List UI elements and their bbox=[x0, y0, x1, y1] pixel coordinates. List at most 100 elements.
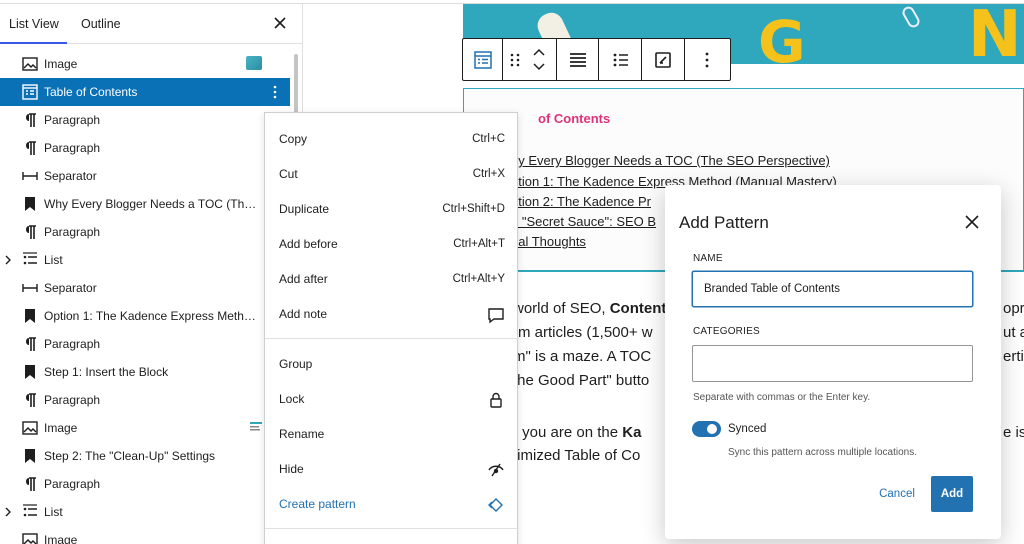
paragraph-line[interactable]: r you are on the Ka bbox=[513, 424, 641, 441]
menu-item-shortcut: Ctrl+Alt+T bbox=[453, 238, 505, 250]
list-item-label: Separator bbox=[44, 169, 97, 183]
menu-divider bbox=[265, 528, 519, 529]
menu-item-add-after[interactable]: Add after Ctrl+Alt+Y bbox=[265, 262, 519, 297]
chevron-up-icon[interactable] bbox=[532, 46, 546, 58]
name-field-label: NAME bbox=[693, 253, 723, 264]
paragraph-icon bbox=[26, 225, 36, 239]
list-item[interactable]: Paragraph bbox=[0, 470, 290, 498]
separator-icon bbox=[22, 172, 38, 180]
eye-slash-icon bbox=[488, 463, 504, 477]
list-item-selected[interactable]: Table of Contents bbox=[0, 78, 290, 106]
list-item[interactable]: Separator bbox=[0, 162, 290, 190]
list-item[interactable]: Why Every Blogger Needs a TOC (The SE... bbox=[0, 190, 290, 218]
list-item-label: Paragraph bbox=[44, 477, 101, 491]
image-icon bbox=[22, 421, 38, 435]
toc-link[interactable]: e "Secret Sauce": SEO B bbox=[511, 214, 656, 229]
menu-item-cut[interactable]: Cut Ctrl+X bbox=[265, 157, 519, 192]
list-item[interactable]: Separator bbox=[0, 274, 290, 302]
list-icon bbox=[613, 53, 628, 67]
add-button[interactable]: Add bbox=[931, 476, 973, 512]
text-span: r you are on the bbox=[513, 424, 623, 441]
list-item-label: Option 1: The Kadence Express Method (..… bbox=[44, 309, 259, 323]
paragraph-fragment: opr bbox=[1003, 300, 1024, 317]
close-icon[interactable] bbox=[271, 14, 289, 32]
add-pattern-modal: Add Pattern NAME Branded Table of Conten… bbox=[665, 185, 1001, 539]
list-item[interactable]: Option 1: The Kadence Express Method (..… bbox=[0, 302, 290, 330]
paragraph-line[interactable]: timized Table of Co bbox=[513, 447, 640, 464]
tab-outline[interactable]: Outline bbox=[81, 4, 121, 44]
list-item[interactable]: List bbox=[0, 246, 290, 274]
synced-help-text: Sync this pattern across multiple locati… bbox=[728, 447, 917, 458]
options-icon[interactable] bbox=[268, 83, 282, 101]
list-icon bbox=[23, 504, 37, 517]
list-item[interactable]: Paragraph bbox=[0, 134, 290, 162]
paragraph-line[interactable]: m" is a maze. A TOC bbox=[513, 348, 651, 365]
image-thumbnail bbox=[250, 422, 262, 431]
block-context-menu: Copy Ctrl+C Cut Ctrl+X Duplicate Ctrl+Sh… bbox=[264, 112, 519, 544]
menu-divider bbox=[265, 338, 519, 339]
list-item[interactable]: Step 1: Insert the Block bbox=[0, 358, 290, 386]
chevron-right-icon[interactable] bbox=[3, 506, 13, 518]
toc-link[interactable]: hy Every Blogger Needs a TOC (The SEO Pe… bbox=[511, 153, 830, 168]
list-item-label: List bbox=[44, 253, 63, 267]
list-item[interactable]: Paragraph bbox=[0, 386, 290, 414]
list-item-label: Paragraph bbox=[44, 337, 101, 351]
toc-link[interactable]: ption 2: The Kadence Pr bbox=[511, 194, 651, 209]
menu-item-hide[interactable]: Hide bbox=[265, 452, 519, 487]
menu-item-label: Duplicate bbox=[279, 202, 330, 216]
tab-list-view[interactable]: List View bbox=[9, 4, 59, 44]
more-options-button[interactable] bbox=[685, 39, 730, 80]
chevron-right-icon[interactable] bbox=[3, 254, 13, 266]
close-icon[interactable] bbox=[964, 214, 980, 230]
move-controls bbox=[503, 39, 557, 80]
paragraph-line[interactable]: the Good Part" butto bbox=[513, 372, 649, 389]
menu-item-lock[interactable]: Lock bbox=[265, 382, 519, 417]
categories-field-label: CATEGORIES bbox=[693, 326, 760, 337]
menu-item-label: Add after bbox=[279, 272, 328, 286]
list-style-button[interactable] bbox=[599, 39, 642, 80]
menu-item-shortcut: Ctrl+C bbox=[472, 133, 505, 145]
list-item[interactable]: Image bbox=[0, 414, 290, 442]
paragraph-icon bbox=[26, 337, 36, 351]
cancel-button[interactable]: Cancel bbox=[873, 477, 921, 511]
chevron-down-icon[interactable] bbox=[532, 61, 546, 73]
list-item[interactable]: List bbox=[0, 498, 290, 526]
list-item-label: List bbox=[44, 505, 63, 519]
toc-link[interactable]: nal Thoughts bbox=[511, 234, 586, 249]
list-item[interactable]: Paragraph bbox=[0, 106, 290, 134]
align-button[interactable] bbox=[557, 39, 599, 80]
list-item[interactable]: Image bbox=[0, 526, 290, 544]
list-item[interactable]: Paragraph bbox=[0, 330, 290, 358]
synced-toggle[interactable] bbox=[692, 421, 721, 437]
menu-item-label: Create pattern bbox=[279, 497, 356, 511]
menu-item-create-pattern[interactable]: Create pattern bbox=[265, 487, 519, 522]
menu-item-duplicate[interactable]: Duplicate Ctrl+Shift+D bbox=[265, 192, 519, 227]
menu-item-shortcut: Ctrl+Alt+Y bbox=[452, 273, 505, 285]
list-item-label: Image bbox=[44, 57, 78, 71]
list-item[interactable]: Paragraph bbox=[0, 218, 290, 246]
block-type-button[interactable] bbox=[463, 39, 503, 80]
edit-square-icon bbox=[655, 52, 671, 68]
table-of-contents-icon bbox=[474, 51, 492, 69]
paragraph-line[interactable]: rm articles (1,500+ w bbox=[513, 324, 653, 341]
drag-handle-icon[interactable] bbox=[509, 51, 521, 69]
menu-item-copy[interactable]: Copy Ctrl+C bbox=[265, 122, 519, 157]
menu-item-group[interactable]: Group bbox=[265, 347, 519, 382]
list-item[interactable]: Step 2: The "Clean-Up" Settings bbox=[0, 442, 290, 470]
list-item[interactable]: Image bbox=[0, 50, 290, 78]
menu-item-add-before[interactable]: Add before Ctrl+Alt+T bbox=[265, 227, 519, 262]
menu-item-label: Cut bbox=[279, 167, 298, 181]
bookmark-icon bbox=[25, 449, 35, 463]
edit-button[interactable] bbox=[642, 39, 685, 80]
bold-span: Ka bbox=[622, 424, 642, 441]
paragraph-icon bbox=[26, 141, 36, 155]
paragraph-line[interactable]: world of SEO, Content bbox=[513, 300, 666, 317]
comment-icon bbox=[488, 308, 504, 324]
menu-item-rename[interactable]: Rename bbox=[265, 417, 519, 452]
table-of-contents-icon bbox=[22, 84, 38, 100]
pattern-name-input[interactable]: Branded Table of Contents bbox=[692, 271, 973, 307]
bold-span: Content bbox=[609, 300, 667, 317]
categories-input[interactable] bbox=[692, 345, 973, 382]
paragraph-fragment: e is bbox=[1003, 424, 1024, 441]
menu-item-add-note[interactable]: Add note bbox=[265, 297, 519, 332]
